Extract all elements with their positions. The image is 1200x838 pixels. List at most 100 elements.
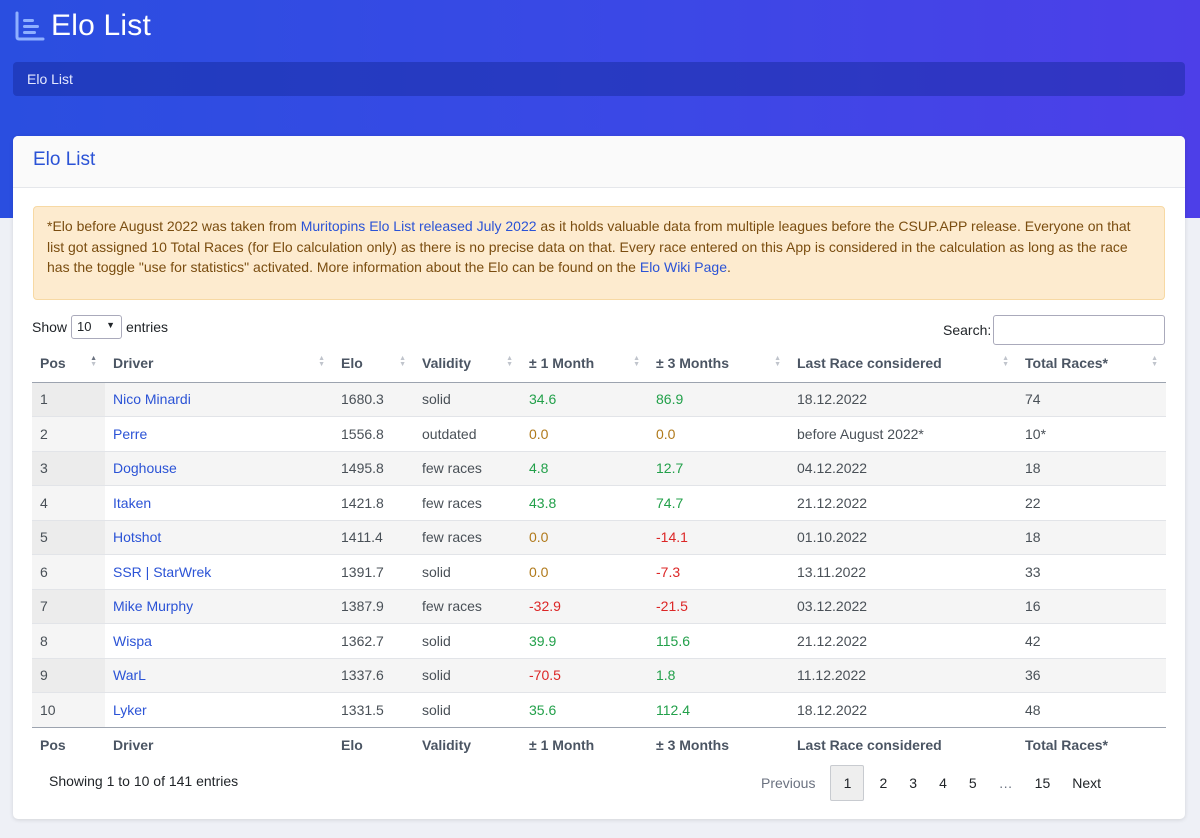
column-label: ± 1 Month — [529, 354, 595, 371]
table-row: 6 SSR | StarWrek 1391.7 solid 0.0 -7.3 13.11.2… — [32, 554, 1166, 589]
pos-cell: 5 — [32, 519, 105, 555]
pos-cell: 8 — [32, 623, 105, 658]
total-races-cell: 74 — [1017, 381, 1166, 417]
pos-cell: 2 — [32, 416, 105, 451]
table-footer-row: Pos Driver Elo Validity ± 1 Month ± 3 Mo… — [32, 726, 1166, 763]
previous-button[interactable]: Previous — [750, 766, 826, 800]
change-1-month-cell: 0.0 — [521, 554, 648, 589]
driver-link[interactable]: Nico Minardi — [105, 381, 333, 417]
validity-cell: outdated — [414, 416, 521, 451]
footer-label: Driver — [105, 726, 333, 763]
sort-icon: ▲ ▼ — [399, 355, 406, 368]
change-1-month-cell: 39.9 — [521, 623, 648, 658]
driver-link[interactable]: WarL — [105, 657, 333, 693]
column-header-driver[interactable]: Driver ▲ ▼ — [105, 344, 333, 383]
entries-select-value: 10 — [77, 319, 92, 334]
page-button[interactable]: 15 — [1024, 766, 1062, 800]
pagination: Previous 1 2 3 4 5 … 15 Next — [750, 765, 1112, 801]
change-1-month-cell: 43.8 — [521, 485, 648, 520]
driver-link[interactable]: Mike Murphy — [105, 588, 333, 624]
sort-icon: ▲ ▼ — [318, 355, 325, 368]
column-header-total-races[interactable]: Total Races* ▲ ▼ — [1017, 344, 1166, 383]
show-label: Show — [32, 319, 68, 335]
last-race-cell: 13.11.2022 — [789, 554, 1017, 589]
change-3-months-cell: 12.7 — [648, 450, 789, 486]
elo-table: Pos ▲ ▼ Driver ▲ ▼ Elo ▲ ▼ Validity ▲ ▼ ± 1 Mont… — [32, 344, 1166, 763]
table-row: 4 Itaken 1421.8 few races 43.8 74.7 21.12.2022… — [32, 485, 1166, 520]
table-header-row: Pos ▲ ▼ Driver ▲ ▼ Elo ▲ ▼ Validity ▲ ▼ ± 1 Mont… — [32, 344, 1166, 383]
total-races-cell: 16 — [1017, 588, 1166, 624]
change-1-month-cell: -32.9 — [521, 588, 648, 624]
driver-link[interactable]: Perre — [105, 416, 333, 451]
validity-cell: solid — [414, 657, 521, 693]
footer-label: Elo — [333, 726, 414, 763]
total-races-cell: 22 — [1017, 485, 1166, 520]
driver-link[interactable]: Lyker — [105, 692, 333, 727]
column-header-validity[interactable]: Validity ▲ ▼ — [414, 344, 521, 383]
elo-list-card: Elo List *Elo before August 2022 was tak… — [13, 136, 1185, 819]
page-button[interactable]: 3 — [898, 766, 928, 800]
change-3-months-cell: 0.0 — [648, 416, 789, 451]
page-button[interactable]: 2 — [868, 766, 898, 800]
info-alert: *Elo before August 2022 was taken from M… — [33, 206, 1165, 300]
change-3-months-cell: 112.4 — [648, 692, 789, 727]
brand[interactable]: Elo List — [13, 8, 151, 44]
breadcrumb-item[interactable]: Elo List — [27, 71, 73, 87]
change-3-months-cell: 74.7 — [648, 485, 789, 520]
table-row: 5 Hotshot 1411.4 few races 0.0 -14.1 01.10.202… — [32, 519, 1166, 555]
muritopins-link[interactable]: Muritopins Elo List released July 2022 — [301, 218, 537, 234]
list-icon — [15, 11, 45, 41]
driver-link[interactable]: Hotshot — [105, 519, 333, 555]
pos-cell: 1 — [32, 381, 105, 417]
page-button[interactable]: 4 — [928, 766, 958, 800]
alert-text: *Elo before August 2022 was taken from — [47, 218, 301, 234]
search-label: Search: — [943, 322, 992, 338]
driver-link[interactable]: Itaken — [105, 485, 333, 520]
column-label: Driver — [113, 354, 154, 371]
sort-icon: ▲ ▼ — [90, 355, 97, 368]
entries-select[interactable]: 10 ▼ — [71, 315, 123, 339]
pos-cell: 6 — [32, 554, 105, 589]
last-race-cell: 11.12.2022 — [789, 657, 1017, 693]
last-race-cell: 03.12.2022 — [789, 588, 1017, 624]
elo-cell: 1331.5 — [333, 692, 414, 727]
table-row: 7 Mike Murphy 1387.9 few races -32.9 -21.5 03.… — [32, 588, 1166, 624]
elo-cell: 1680.3 — [333, 381, 414, 417]
column-header-last-race[interactable]: Last Race considered ▲ ▼ — [789, 344, 1017, 383]
search-input[interactable] — [993, 315, 1166, 345]
page-button[interactable]: 5 — [958, 766, 988, 800]
last-race-cell: 21.12.2022 — [789, 485, 1017, 520]
column-label: Validity — [422, 354, 472, 371]
column-header-elo[interactable]: Elo ▲ ▼ — [333, 344, 414, 383]
column-label: Total Races* — [1025, 354, 1108, 371]
last-race-cell: 18.12.2022 — [789, 381, 1017, 417]
elo-cell: 1421.8 — [333, 485, 414, 520]
table-row: 8 Wispa 1362.7 solid 39.9 115.6 21.12.2022 42 — [32, 623, 1166, 658]
driver-link[interactable]: Wispa — [105, 623, 333, 658]
driver-link[interactable]: Doghouse — [105, 450, 333, 486]
column-header-3-months[interactable]: ± 3 Months ▲ ▼ — [648, 344, 789, 383]
page-button[interactable]: 1 — [830, 765, 865, 801]
driver-link[interactable]: SSR | StarWrek — [105, 554, 333, 589]
validity-cell: solid — [414, 692, 521, 727]
column-header-1-month[interactable]: ± 1 Month ▲ ▼ — [521, 344, 648, 383]
next-button[interactable]: Next — [1061, 766, 1112, 800]
change-3-months-cell: -21.5 — [648, 588, 789, 624]
footer-label: ± 3 Months — [648, 726, 789, 763]
pos-cell: 10 — [32, 692, 105, 727]
column-label: Elo — [341, 354, 363, 371]
app-title: Elo List — [51, 9, 151, 42]
elo-cell: 1391.7 — [333, 554, 414, 589]
column-header-pos[interactable]: Pos ▲ ▼ — [32, 344, 105, 383]
validity-cell: solid — [414, 623, 521, 658]
footer-label: Last Race considered — [789, 726, 1017, 763]
elo-wiki-link[interactable]: Elo Wiki Page — [640, 259, 727, 275]
search-control: Search: — [943, 315, 1166, 345]
change-3-months-cell: -7.3 — [648, 554, 789, 589]
sort-icon: ▲ ▼ — [1151, 355, 1158, 368]
table-row: 9 WarL 1337.6 solid -70.5 1.8 11.12.2022 36 — [32, 657, 1166, 693]
entries-length-control: Show 10 ▼ entries — [32, 315, 168, 339]
last-race-cell: before August 2022* — [789, 416, 1017, 451]
change-1-month-cell: 0.0 — [521, 416, 648, 451]
change-1-month-cell: 0.0 — [521, 519, 648, 555]
